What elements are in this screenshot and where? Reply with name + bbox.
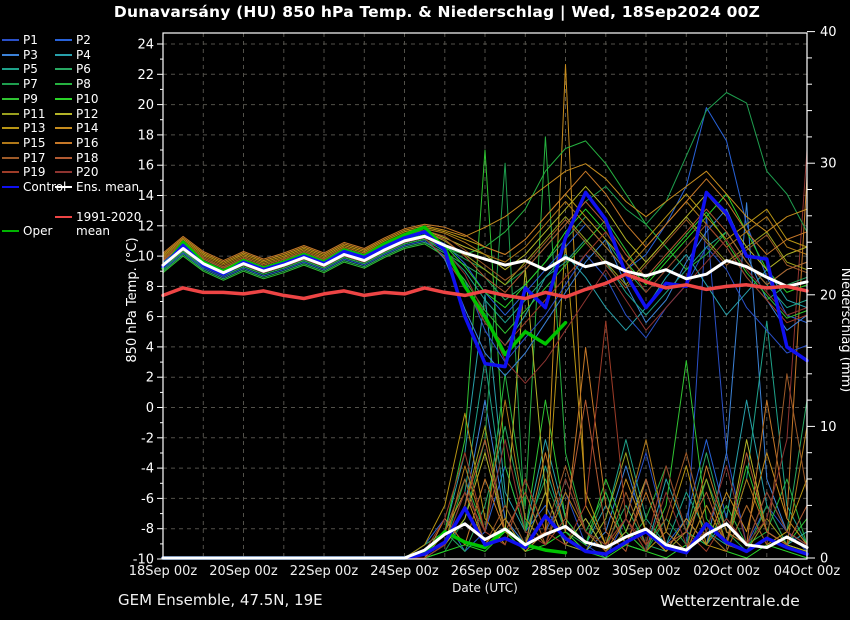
svg-text:-4: -4 bbox=[141, 462, 154, 477]
svg-text:-6: -6 bbox=[141, 492, 154, 507]
svg-text:20: 20 bbox=[137, 98, 154, 113]
svg-text:24: 24 bbox=[137, 38, 154, 53]
x-axis-labels: 18Sep 00z 20Sep 00z 22Sep 00z 24Sep 00z 26Se… bbox=[129, 564, 841, 579]
svg-text:10: 10 bbox=[820, 420, 837, 435]
svg-text:4: 4 bbox=[146, 340, 154, 355]
svg-text:2: 2 bbox=[146, 371, 154, 386]
svg-text:28Sep 00z: 28Sep 00z bbox=[531, 564, 600, 579]
left-axis-title: 850 hPa Temp. (°C) bbox=[125, 237, 140, 362]
svg-text:26Sep 00z: 26Sep 00z bbox=[451, 564, 520, 579]
svg-text:14: 14 bbox=[137, 189, 154, 204]
right-axis-labels: 010203040 bbox=[820, 25, 837, 566]
x-axis-title: Date (UTC) bbox=[452, 581, 518, 595]
svg-text:18: 18 bbox=[137, 128, 154, 143]
svg-text:40: 40 bbox=[820, 25, 837, 40]
svg-text:-8: -8 bbox=[141, 522, 154, 537]
svg-text:22: 22 bbox=[137, 68, 154, 83]
model-location-label: GEM Ensemble, 47.5N, 19E bbox=[118, 591, 323, 609]
svg-text:-2: -2 bbox=[141, 431, 154, 446]
svg-text:18Sep 00z: 18Sep 00z bbox=[129, 564, 198, 579]
svg-text:12: 12 bbox=[137, 219, 154, 234]
right-axis-title: Niederschlag (mm) bbox=[838, 268, 850, 393]
svg-text:30: 30 bbox=[820, 157, 837, 172]
svg-text:16: 16 bbox=[137, 159, 154, 174]
svg-text:20: 20 bbox=[820, 288, 837, 303]
svg-text:6: 6 bbox=[146, 310, 154, 325]
svg-text:22Sep 00z: 22Sep 00z bbox=[290, 564, 359, 579]
svg-text:20Sep 00z: 20Sep 00z bbox=[209, 564, 278, 579]
watermark-wetterzentrale: Wetterzentrale.de bbox=[645, 592, 815, 610]
svg-text:02Oct 00z: 02Oct 00z bbox=[693, 564, 760, 579]
right-axis-ticks bbox=[807, 32, 815, 558]
ensemble-meteogram-chart: -10-8-6-4-202468101214161820222401020304… bbox=[0, 0, 850, 620]
svg-text:8: 8 bbox=[146, 280, 154, 295]
svg-text:24Sep 00z: 24Sep 00z bbox=[370, 564, 439, 579]
svg-text:30Sep 00z: 30Sep 00z bbox=[612, 564, 681, 579]
svg-text:0: 0 bbox=[146, 401, 154, 416]
svg-text:04Oct 00z: 04Oct 00z bbox=[774, 564, 841, 579]
left-axis-ticks bbox=[157, 44, 163, 559]
